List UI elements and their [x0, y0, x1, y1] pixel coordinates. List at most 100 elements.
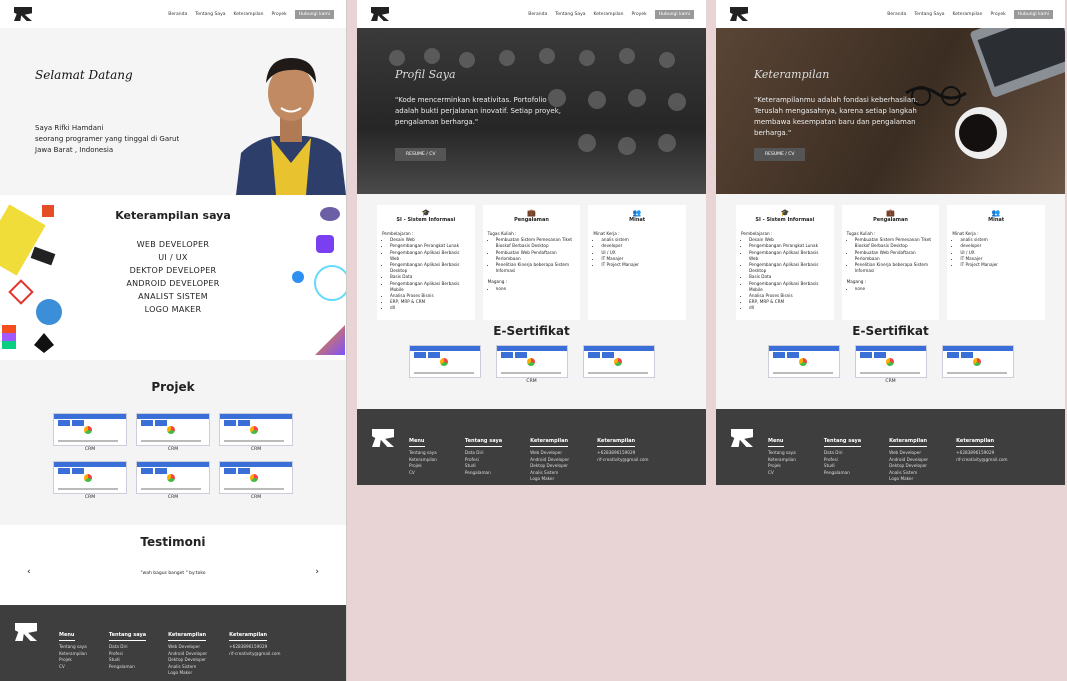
- nav-keterampilan[interactable]: Keterampilan: [594, 12, 624, 17]
- info-cards: 🎓SI - Sistem Informasi Pembelajaran : De…: [716, 194, 1065, 324]
- project-screenshot: [53, 413, 127, 446]
- education-card: 🎓SI - Sistem Informasi Pembelajaran : De…: [736, 205, 834, 320]
- footer-link[interactable]: CV: [768, 470, 796, 477]
- project-card[interactable]: CRM: [53, 461, 127, 501]
- prev-arrow-icon[interactable]: ‹: [27, 567, 31, 577]
- projects-title: Projek: [151, 380, 195, 394]
- certificate-title: E-Sertifikat: [493, 324, 570, 338]
- nav-tentang-saya[interactable]: Tentang Saya: [555, 12, 585, 17]
- skills-page: Beranda Tentang Saya Keterampilan Proyek…: [716, 0, 1065, 485]
- project-screenshot: [219, 413, 293, 446]
- certificate-card[interactable]: [941, 345, 1014, 385]
- footer-logo: [731, 429, 753, 447]
- certificate-section: E-Sertifikat CRM: [716, 324, 1065, 385]
- figma-logo-icon: [2, 325, 16, 349]
- skills-banner: Keterampilan "Keterampilanmu adalah fond…: [716, 28, 1065, 194]
- brand-logo[interactable]: [730, 7, 748, 21]
- nav-keterampilan[interactable]: Keterampilan: [234, 12, 264, 17]
- footer-link[interactable]: Pengalaman: [465, 470, 502, 477]
- nav-beranda[interactable]: Beranda: [887, 12, 906, 17]
- users-icon: 👥: [632, 209, 642, 217]
- project-screenshot: [136, 413, 210, 446]
- nav-proyek[interactable]: Proyek: [991, 12, 1006, 17]
- brand-logo[interactable]: [371, 7, 389, 21]
- testimonial-title: Testimoni: [140, 535, 206, 549]
- footer-logo: [15, 623, 37, 641]
- education-card: 🎓SI - Sistem Informasi Pembelajaran : De…: [377, 205, 475, 320]
- footer-logo: [372, 429, 394, 447]
- users-icon: 👥: [991, 209, 1001, 217]
- nav-hubungi-kami[interactable]: Hubungi kami: [654, 9, 694, 19]
- nav-proyek[interactable]: Proyek: [632, 12, 647, 17]
- certificate-card[interactable]: CRM: [495, 345, 568, 385]
- resume-button[interactable]: RESUME / CV: [395, 148, 447, 161]
- profile-photo: [236, 58, 346, 195]
- nav-beranda[interactable]: Beranda: [168, 12, 187, 17]
- brand-logo[interactable]: [14, 7, 32, 21]
- project-card[interactable]: CRM: [136, 413, 210, 453]
- footer: Menu Tentang saya Keterampilan Projek CV Ten…: [357, 409, 706, 485]
- skills-page-title: Keterampilan: [754, 68, 830, 81]
- html-logo-icon: [42, 205, 54, 217]
- skills-section: Keterampilan saya WEB DEVELOPER UI / UX …: [0, 195, 346, 360]
- profile-title: Profil Saya: [395, 68, 456, 81]
- briefcase-icon: 💼: [886, 209, 895, 217]
- kotlin-logo-icon: [315, 325, 345, 355]
- certificate-card[interactable]: [408, 345, 481, 385]
- skills-quote: "Keterampilanmu adalah fondasi keberhasi…: [754, 96, 918, 137]
- nav-tentang-saya[interactable]: Tentang Saya: [914, 12, 944, 17]
- bootstrap-logo-icon: [316, 235, 334, 253]
- footer-link[interactable]: CV: [59, 664, 87, 671]
- nav-tentang-saya[interactable]: Tentang Saya: [195, 12, 225, 17]
- experience-card: 💼Pengalaman Tugas Kuliah : Pembuatan Sis…: [482, 205, 581, 320]
- profile-banner: Profil Saya "Kode mencerminkan kreativit…: [357, 28, 706, 194]
- briefcase-icon: 💼: [527, 209, 536, 217]
- testimonial-quote: "wah bagus banget " by:toko: [140, 571, 206, 576]
- intro-text: Saya Rifki Hamdani seorang programer yan…: [35, 124, 180, 154]
- footer-link[interactable]: Pengalaman: [824, 470, 861, 477]
- footer: Menu Tentang saya Keterampilan Projek CV Ten…: [0, 605, 346, 681]
- php-logo-icon: [320, 207, 340, 221]
- graduation-cap-icon: 🎓: [780, 209, 790, 217]
- project-card[interactable]: CRM: [136, 461, 210, 501]
- experience-card: 💼Pengalaman Tugas Kuliah : Pembuatan Sis…: [841, 205, 940, 320]
- navbar: Beranda Tentang Saya Keterampilan Proyek…: [716, 0, 1065, 28]
- csharp-logo-icon: [36, 299, 62, 325]
- hero-section: Selamat Datang Saya Rifki Hamdani seoran…: [0, 28, 346, 195]
- project-card[interactable]: CRM: [219, 413, 293, 453]
- footer-link[interactable]: Tentang saya: [409, 450, 437, 457]
- footer-link[interactable]: CV: [409, 470, 437, 477]
- certificate-card[interactable]: [582, 345, 655, 385]
- graduation-cap-icon: 🎓: [421, 209, 431, 217]
- project-screenshot: [53, 461, 127, 494]
- interest-card: 👥Minat Minat Kerja : analis sistemdevelo…: [947, 205, 1046, 320]
- project-screenshot: [136, 461, 210, 494]
- info-cards: 🎓SI - Sistem Informasi Pembelajaran : De…: [357, 194, 706, 324]
- testimonial-section: Testimoni "wah bagus banget " by:toko ‹ …: [0, 525, 346, 605]
- next-arrow-icon[interactable]: ›: [315, 567, 319, 577]
- app-store-icon: [292, 271, 304, 283]
- interest-card: 👥Minat Minat Kerja : analis sistemdevelo…: [588, 205, 687, 320]
- profile-page: Beranda Tentang Saya Keterampilan Proyek…: [357, 0, 706, 485]
- projects-section: Projek CRM CRM CRM CRM CRM CRM: [0, 360, 346, 525]
- footer-link[interactable]: Pengalaman: [109, 664, 146, 671]
- resume-button[interactable]: RESUME / CV: [754, 148, 806, 161]
- greeting-title: Selamat Datang: [35, 68, 133, 82]
- certificate-card[interactable]: [767, 345, 840, 385]
- nav-proyek[interactable]: Proyek: [272, 12, 287, 17]
- project-card[interactable]: CRM: [219, 461, 293, 501]
- footer: Menu Tentang saya Keterampilan Projek CV Ten…: [716, 409, 1065, 485]
- navbar: Beranda Tentang Saya Keterampilan Proyek…: [0, 0, 346, 28]
- certificate-card[interactable]: CRM: [854, 345, 927, 385]
- project-screenshot: [219, 461, 293, 494]
- footer-link[interactable]: Tentang saya: [768, 450, 796, 457]
- nav-keterampilan[interactable]: Keterampilan: [953, 12, 983, 17]
- project-card[interactable]: CRM: [53, 413, 127, 453]
- footer-link[interactable]: Tentang saya: [59, 644, 87, 651]
- nav-hubungi-kami[interactable]: Hubungi kami: [294, 9, 334, 19]
- inkscape-logo-icon: [34, 333, 54, 353]
- profile-quote: "Kode mencerminkan kreativitas. Portofol…: [395, 96, 562, 126]
- navbar: Beranda Tentang Saya Keterampilan Proyek…: [357, 0, 706, 28]
- nav-beranda[interactable]: Beranda: [528, 12, 547, 17]
- nav-hubungi-kami[interactable]: Hubungi kami: [1013, 9, 1053, 19]
